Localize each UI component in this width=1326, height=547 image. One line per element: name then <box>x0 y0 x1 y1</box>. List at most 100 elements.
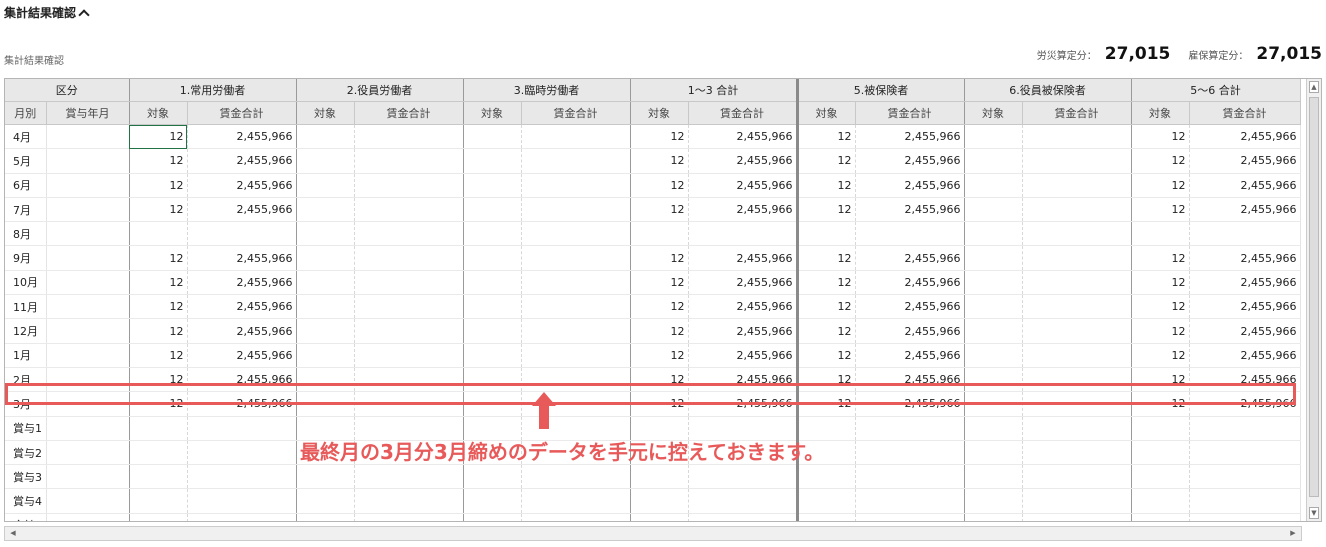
target-cell[interactable]: 12 <box>797 148 856 174</box>
target-cell[interactable]: 12 <box>797 173 856 198</box>
wage-total-cell[interactable] <box>1022 148 1132 174</box>
wage-total-cell[interactable] <box>521 270 631 296</box>
target-cell[interactable] <box>129 416 188 441</box>
target-cell[interactable] <box>964 270 1023 296</box>
target-cell[interactable] <box>296 367 355 393</box>
wage-total-cell[interactable]: 2,455,966 <box>1189 270 1301 296</box>
wage-total-cell[interactable] <box>521 343 631 368</box>
wage-total-cell[interactable] <box>354 391 464 417</box>
wage-total-cell[interactable]: 2,455,966 <box>187 148 297 174</box>
wage-total-cell[interactable] <box>354 488 464 514</box>
wage-total-cell[interactable] <box>1022 197 1132 223</box>
target-cell[interactable] <box>296 343 355 368</box>
target-cell[interactable] <box>964 124 1023 150</box>
wage-total-cell[interactable]: 27,015,626 <box>855 512 965 521</box>
wage-total-cell[interactable] <box>354 148 464 174</box>
wage-total-cell[interactable] <box>521 148 631 174</box>
target-cell[interactable]: 12 <box>1131 245 1190 271</box>
wage-total-cell[interactable] <box>354 343 464 368</box>
target-cell[interactable]: 12 <box>797 391 856 417</box>
target-cell[interactable] <box>463 318 522 344</box>
wage-total-cell[interactable]: 2,455,966 <box>855 294 965 320</box>
target-cell[interactable] <box>463 512 522 521</box>
vertical-scrollbar[interactable]: ▲ ▼ <box>1306 79 1321 521</box>
wage-total-cell[interactable] <box>855 464 965 490</box>
target-cell[interactable] <box>964 318 1023 344</box>
table-row[interactable]: 9月 12 2,455,966 12 2,455,966 12 2,455,966 12 2,4… <box>5 245 1301 271</box>
target-cell[interactable] <box>463 173 522 198</box>
wage-total-cell[interactable]: 2,455,966 <box>1189 197 1301 223</box>
target-cell[interactable]: 12 <box>1131 343 1190 368</box>
wage-total-cell[interactable] <box>521 488 631 514</box>
wage-total-cell[interactable]: 27,015,626 <box>688 512 799 521</box>
wage-total-cell[interactable] <box>354 124 464 150</box>
target-cell[interactable] <box>1131 416 1190 441</box>
target-cell[interactable]: 12 <box>630 148 689 174</box>
target-cell[interactable]: 12 <box>797 270 856 296</box>
target-cell[interactable]: 12 <box>129 270 188 296</box>
wage-total-cell[interactable] <box>1022 318 1132 344</box>
wage-total-cell[interactable] <box>521 464 631 490</box>
target-cell[interactable] <box>296 197 355 223</box>
section-header[interactable]: 集計結果確認 <box>4 4 90 21</box>
wage-total-cell[interactable] <box>855 221 965 247</box>
wage-total-cell[interactable] <box>1189 416 1301 441</box>
bonus-month-cell[interactable] <box>46 416 130 441</box>
target-cell[interactable]: 12 <box>797 318 856 344</box>
table-row[interactable]: 2月 12 2,455,966 12 2,455,966 12 2,455,966 12 2,4… <box>5 367 1301 393</box>
wage-total-cell[interactable] <box>1022 488 1132 514</box>
table-row[interactable]: 賞与4 <box>5 488 1301 514</box>
wage-total-cell[interactable] <box>1189 221 1301 247</box>
table-row[interactable]: 11月 12 2,455,966 12 2,455,966 12 2,455,966 12 2,… <box>5 294 1301 320</box>
wage-total-cell[interactable]: 2,455,966 <box>187 367 297 393</box>
target-cell[interactable] <box>630 464 689 490</box>
wage-total-cell[interactable]: 2,455,966 <box>1189 391 1301 417</box>
target-cell[interactable] <box>463 464 522 490</box>
wage-total-cell[interactable] <box>521 221 631 247</box>
target-cell[interactable]: 12 <box>129 343 188 368</box>
target-cell[interactable]: 12 <box>797 245 856 271</box>
target-cell[interactable]: 12 <box>129 367 188 393</box>
wage-total-cell[interactable] <box>354 270 464 296</box>
target-cell[interactable] <box>964 294 1023 320</box>
bonus-month-cell[interactable] <box>46 124 130 150</box>
wage-total-cell[interactable]: 2,455,966 <box>688 391 799 417</box>
target-cell[interactable] <box>964 343 1023 368</box>
target-cell[interactable] <box>797 464 856 490</box>
wage-total-cell[interactable]: 2,455,966 <box>855 148 965 174</box>
target-cell[interactable] <box>964 391 1023 417</box>
bonus-month-cell[interactable] <box>46 221 130 247</box>
target-cell[interactable]: 12 <box>630 367 689 393</box>
target-cell[interactable]: 12 <box>630 294 689 320</box>
target-cell[interactable] <box>964 416 1023 441</box>
wage-total-cell[interactable]: 2,455,966 <box>187 318 297 344</box>
wage-total-cell[interactable] <box>855 416 965 441</box>
wage-total-cell[interactable] <box>354 367 464 393</box>
target-cell[interactable] <box>296 124 355 150</box>
table-row[interactable]: 3月 12 2,455,966 12 2,455,966 12 2,455,966 12 2,4… <box>5 391 1301 417</box>
target-cell[interactable]: 12 <box>630 173 689 198</box>
wage-total-cell[interactable]: 27,015,626 <box>187 512 297 521</box>
target-cell[interactable] <box>296 148 355 174</box>
target-cell[interactable] <box>129 221 188 247</box>
wage-total-cell[interactable]: 2,455,966 <box>187 245 297 271</box>
target-cell[interactable]: 132 <box>129 512 188 521</box>
wage-total-cell[interactable] <box>855 440 965 466</box>
wage-total-cell[interactable]: 2,455,966 <box>1189 318 1301 344</box>
wage-total-cell[interactable] <box>354 221 464 247</box>
bonus-month-cell[interactable] <box>46 148 130 174</box>
target-cell[interactable] <box>964 367 1023 393</box>
wage-total-cell[interactable]: 2,455,966 <box>855 124 965 150</box>
target-cell[interactable] <box>296 488 355 514</box>
wage-total-cell[interactable] <box>521 318 631 344</box>
wage-total-cell[interactable]: 2,455,966 <box>187 270 297 296</box>
scroll-thumb[interactable] <box>1309 97 1319 497</box>
target-cell[interactable]: 12 <box>129 173 188 198</box>
target-cell[interactable]: 12 <box>630 343 689 368</box>
wage-total-cell[interactable] <box>1022 464 1132 490</box>
target-cell[interactable] <box>964 197 1023 223</box>
target-cell[interactable]: 12 <box>630 270 689 296</box>
target-cell[interactable]: 12 <box>630 245 689 271</box>
target-cell[interactable] <box>797 488 856 514</box>
target-cell[interactable]: 12 <box>630 197 689 223</box>
